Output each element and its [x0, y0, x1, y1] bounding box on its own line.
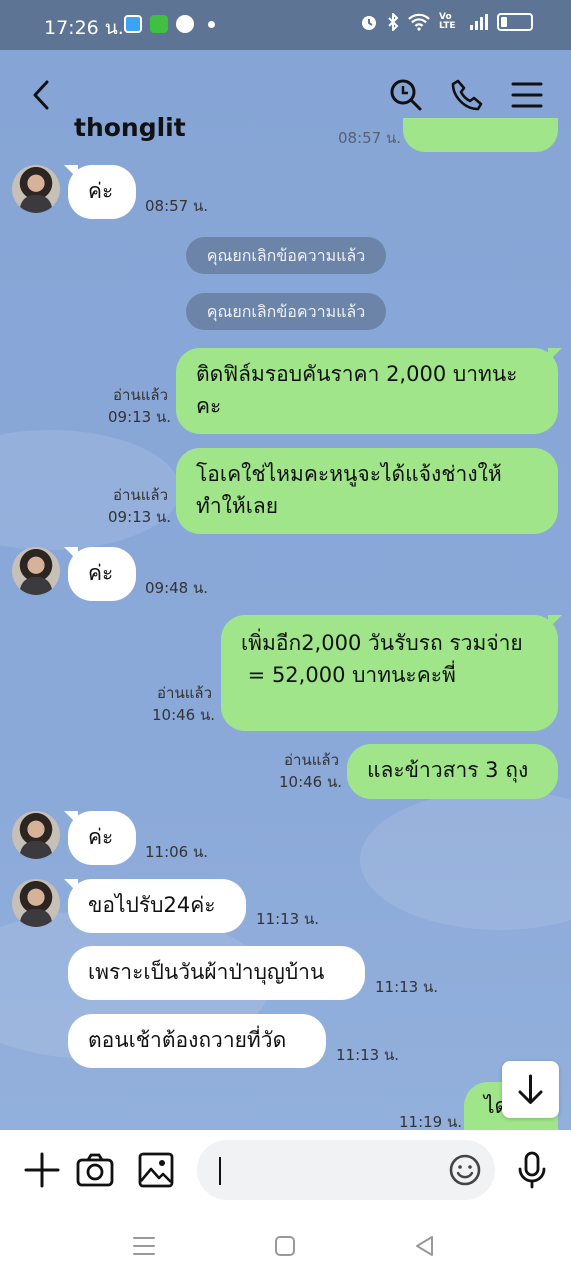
message-timestamp: 11:06 น.	[145, 843, 209, 861]
message-timestamp: 11:13 น.	[336, 1046, 400, 1064]
home-icon[interactable]	[272, 1233, 298, 1259]
plus-icon[interactable]	[22, 1150, 62, 1190]
incoming-message-bubble[interactable]: ค่ะ	[68, 547, 136, 601]
read-label: อ่านแล้ว	[284, 751, 339, 769]
arrow-down-icon	[518, 1074, 543, 1104]
system-notice-unsent: คุณยกเลิกข้อความแล้ว	[186, 293, 386, 330]
outgoing-message-bubble[interactable]: และข้าวสาร 3 ถุง	[347, 744, 558, 799]
read-receipt: อ่านแล้ว 09:13 น.	[108, 484, 172, 528]
sim-toolkit-icon	[150, 15, 168, 33]
message-timestamp: 11:13 น.	[375, 978, 439, 996]
incoming-message-bubble[interactable]: เพราะเป็นวันผ้าป่าบุญบ้าน	[68, 946, 365, 1000]
system-notice-unsent: คุณยกเลิกข้อความแล้ว	[186, 237, 386, 274]
message-text: ค่ะ	[88, 561, 114, 585]
background-cloud	[360, 790, 571, 930]
contact-avatar[interactable]	[12, 811, 60, 859]
camera-icon[interactable]	[75, 1150, 115, 1190]
system-navigation-bar	[0, 1215, 571, 1280]
message-text: ขอไปรับ24ค่ะ	[88, 893, 216, 917]
message-text: เพราะเป็นวันผ้าป่าบุญบ้าน	[88, 960, 325, 984]
read-label: อ่านแล้ว	[113, 486, 168, 504]
contact-avatar[interactable]	[12, 165, 60, 213]
volte-label: Vo LTE	[439, 12, 456, 31]
outgoing-message-bubble[interactable]: เพิ่มอีก2,000 วันรับรถ รวมจ่าย = 52,000 …	[221, 615, 558, 731]
signal-icon	[470, 14, 488, 30]
search-icon[interactable]	[389, 78, 423, 112]
message-input-bar	[0, 1130, 571, 1215]
emoji-icon[interactable]	[448, 1153, 482, 1187]
incoming-message-bubble[interactable]: ขอไปรับ24ค่ะ	[68, 879, 246, 933]
message-timestamp: 08:57 น.	[338, 129, 402, 147]
line-app-icon	[176, 15, 194, 33]
menu-icon[interactable]	[510, 78, 544, 112]
message-text-line: โอเคใช่ไหมคะหนูจะได้แจ้งช่างให้	[196, 462, 502, 486]
message-timestamp: 09:13 น.	[108, 508, 172, 526]
bluetooth-icon	[388, 13, 399, 31]
status-bar: 17:26 น. Vo LTE	[0, 0, 571, 50]
system-icons: Vo LTE	[360, 13, 533, 31]
message-timestamp: 09:13 น.	[108, 408, 172, 426]
read-receipt: อ่านแล้ว 09:13 น.	[108, 384, 172, 428]
outgoing-message-bubble[interactable]	[403, 118, 558, 152]
message-text-line: เพิ่มอีก2,000 วันรับรถ รวมจ่าย	[241, 631, 523, 655]
outgoing-message-bubble[interactable]: โอเคใช่ไหมคะหนูจะได้แจ้งช่างให้ ทำให้เลย	[176, 448, 558, 534]
read-label: อ่านแล้ว	[113, 386, 168, 404]
message-text: ตอนเช้าต้องถวายที่วัด	[88, 1028, 287, 1052]
nav-back-icon[interactable]	[412, 1233, 438, 1259]
app-notification-icon	[124, 15, 142, 33]
microphone-icon[interactable]	[512, 1150, 552, 1190]
message-text-line: ติดฟิล์มรอบคันราคา 2,000 บาทนะ	[196, 362, 518, 386]
scroll-to-bottom-button[interactable]	[502, 1061, 559, 1118]
incoming-message-bubble[interactable]: ตอนเช้าต้องถวายที่วัด	[68, 1014, 326, 1068]
contact-avatar[interactable]	[12, 879, 60, 927]
outgoing-message-bubble[interactable]: ติดฟิล์มรอบคันราคา 2,000 บาทนะ คะ	[176, 348, 558, 434]
image-icon[interactable]	[136, 1150, 176, 1190]
wifi-icon	[408, 13, 430, 31]
message-timestamp: 11:13 น.	[256, 910, 320, 928]
notification-icons	[124, 15, 215, 33]
incoming-message-bubble[interactable]: ค่ะ	[68, 165, 136, 219]
read-label: อ่านแล้ว	[157, 684, 212, 702]
alarm-icon	[362, 16, 376, 30]
message-timestamp: 10:46 น.	[279, 773, 343, 791]
back-arrow-icon[interactable]	[28, 78, 58, 112]
message-text: ค่ะ	[88, 179, 114, 203]
message-timestamp: 10:46 น.	[152, 706, 216, 724]
message-timestamp: 09:48 น.	[145, 579, 209, 597]
message-text-line: = 52,000 บาทนะคะพี่	[241, 663, 456, 687]
message-text-line: คะ	[196, 394, 222, 418]
phone-icon[interactable]	[450, 78, 484, 112]
read-receipt: อ่านแล้ว 10:46 น.	[279, 749, 343, 793]
message-timestamp: 08:57 น.	[145, 197, 209, 215]
incoming-message-bubble[interactable]: ค่ะ	[68, 811, 136, 865]
more-notifications-icon	[208, 20, 215, 28]
message-text: และข้าวสาร 3 ถุง	[367, 758, 529, 782]
read-receipt: อ่านแล้ว 10:46 น.	[152, 682, 216, 726]
battery-icon	[497, 13, 533, 31]
clock: 17:26 น.	[44, 17, 124, 39]
message-text: ค่ะ	[88, 825, 114, 849]
text-caret	[219, 1157, 221, 1185]
recent-apps-icon[interactable]	[131, 1233, 157, 1259]
message-text-line: ทำให้เลย	[196, 494, 279, 518]
contact-avatar[interactable]	[12, 547, 60, 595]
